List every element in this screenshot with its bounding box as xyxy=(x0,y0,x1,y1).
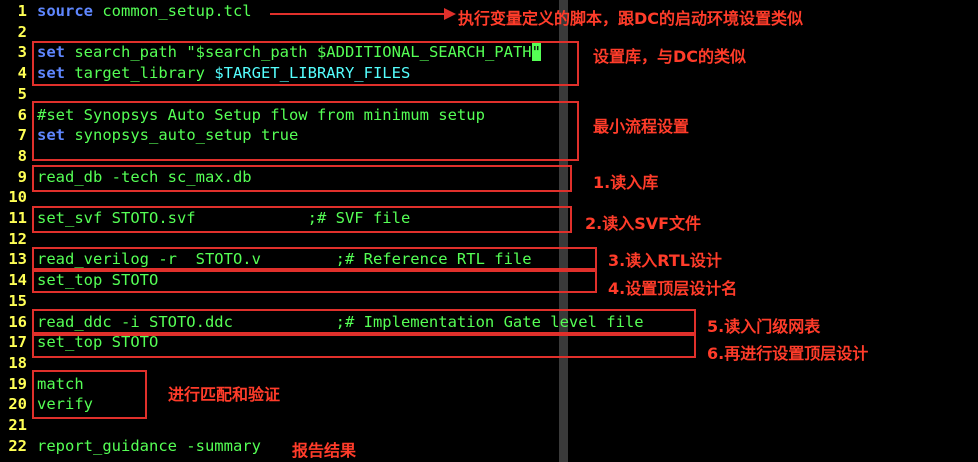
line-number: 21 xyxy=(8,416,27,434)
arrow-head xyxy=(444,8,456,20)
line-number: 17 xyxy=(8,333,27,352)
highlight-box-svf xyxy=(32,206,572,233)
code-line[interactable]: 1 source common_setup.tcl xyxy=(0,1,252,22)
line-number: 6 xyxy=(17,105,27,124)
line-number: 4 xyxy=(17,64,27,83)
line-number: 18 xyxy=(8,353,27,372)
highlight-box-read-db xyxy=(32,165,572,192)
note-min-flow: 最小流程设置 xyxy=(593,117,690,136)
line-number: 10 xyxy=(8,188,27,207)
note-match-verify: 进行匹配和验证 xyxy=(168,385,281,404)
note-set-top-ref: 4.设置顶层设计名 xyxy=(608,279,738,298)
code-line[interactable]: 22 report_guidance -summary xyxy=(0,436,261,457)
line-number: 13 xyxy=(8,250,27,269)
highlight-box-verilog xyxy=(32,247,597,270)
line-number: 7 xyxy=(17,126,27,145)
note-set-top-impl: 6.再进行设置顶层设计 xyxy=(707,344,869,363)
line-number: 15 xyxy=(8,291,27,310)
highlight-box-ddc xyxy=(32,309,696,334)
highlight-box-library-setup xyxy=(32,41,579,86)
line-number: 14 xyxy=(8,271,27,290)
highlight-box-top-impl xyxy=(32,334,696,358)
note-read-lib: 1.读入库 xyxy=(593,173,659,192)
line-number: 22 xyxy=(8,436,27,455)
line-number: 20 xyxy=(8,395,27,414)
code-text: common_setup.tcl xyxy=(93,2,252,20)
highlight-box-top-ref xyxy=(32,270,597,293)
line-number: 2 xyxy=(17,22,27,41)
note-common-setup: 执行变量定义的脚本，跟DC的启动环境设置类似 xyxy=(458,9,804,28)
code-editor[interactable]: 1 source common_setup.tcl 2 3 set search_pat… xyxy=(0,0,978,462)
arrow-line xyxy=(270,13,450,15)
line-number: 11 xyxy=(8,209,27,227)
highlight-box-match-verify xyxy=(32,370,147,419)
keyword: source xyxy=(37,2,93,20)
line-number: 1 xyxy=(17,2,27,20)
line-number: 16 xyxy=(8,312,27,331)
note-read-netlist: 5.读入门级网表 xyxy=(707,317,821,336)
note-library: 设置库，与DC的类似 xyxy=(593,47,747,66)
note-read-svf: 2.读入SVF文件 xyxy=(585,214,702,233)
note-read-rtl: 3.读入RTL设计 xyxy=(608,251,722,270)
line-number: 19 xyxy=(8,374,27,393)
highlight-box-auto-setup xyxy=(32,101,579,161)
line-number: 5 xyxy=(17,84,27,103)
code-text: report_guidance -summary xyxy=(37,436,261,455)
code-line[interactable]: 2 xyxy=(0,22,37,43)
line-number: 9 xyxy=(17,167,27,186)
line-number: 12 xyxy=(8,229,27,248)
note-report: 报告结果 xyxy=(292,441,357,460)
line-number: 8 xyxy=(17,146,27,165)
line-number: 3 xyxy=(17,43,27,62)
